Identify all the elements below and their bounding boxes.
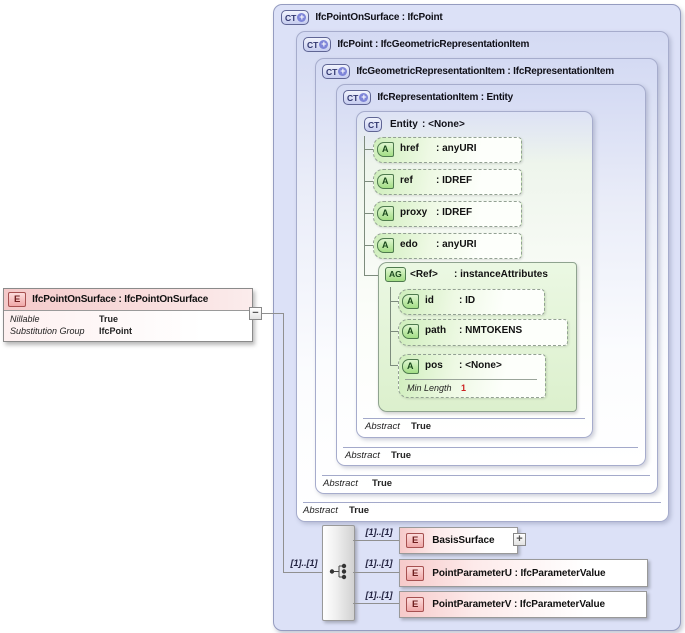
schema-diagram: CT + IfcPointOnSurface : IfcPoint CT + Ifc…	[0, 0, 685, 633]
property-value: True	[99, 314, 119, 324]
element-box-pointparameteru[interactable]: E PointParameterU : IfcParameterValue	[399, 559, 648, 587]
sequence-compositor[interactable]	[322, 525, 355, 621]
attribute-ref[interactable]: A ref : IDREF	[373, 169, 522, 195]
property-label: Substitution Group	[10, 326, 85, 336]
divider	[405, 379, 537, 380]
connector-line	[353, 572, 399, 573]
connector-line	[390, 287, 391, 365]
connector-line	[353, 540, 399, 541]
attribute-proxy[interactable]: A proxy : IDREF	[373, 201, 522, 227]
attribute-pos[interactable]: A pos : <None> Min Length 1	[398, 354, 546, 398]
property-label: Nillable	[10, 314, 40, 324]
cardinality-label: [1]..[1]	[290, 558, 318, 568]
attribute-icon: A	[377, 238, 394, 253]
connector-line	[364, 136, 365, 275]
ct-title: IfcPointOnSurface : IfcPoint	[315, 12, 443, 23]
element-title: BasisSurface	[432, 535, 495, 546]
ct-box-ifcgeometricrepresentationitem[interactable]: CT + IfcGeometricRepresentationItem : Ifc…	[315, 58, 658, 494]
attribute-path[interactable]: A path : NMTOKENS	[398, 319, 568, 346]
complex-type-icon: CT +	[322, 64, 351, 79]
attribute-edo[interactable]: A edo : anyURI	[373, 233, 522, 259]
ct-header-ifcrepresentationitem[interactable]: CT + IfcRepresentationItem : Entity	[343, 90, 513, 105]
connector-line	[283, 313, 284, 573]
divider	[322, 475, 650, 476]
complex-type-icon: CT +	[303, 37, 332, 52]
complex-type-icon: CT +	[281, 10, 310, 25]
attribute-href[interactable]: A href : anyURI	[373, 137, 522, 163]
divider	[363, 418, 585, 419]
ct-box-ifcpoint[interactable]: CT + IfcPoint : IfcGeometricRepresentatio…	[296, 31, 669, 522]
complex-type-icon: CT +	[343, 90, 372, 105]
element-box-ifcpointonsurface[interactable]: E IfcPointOnSurface : IfcPointOnSurface …	[3, 288, 253, 342]
ct-type: : <None>	[422, 119, 465, 130]
connector-line	[364, 275, 378, 276]
element-icon: E	[406, 565, 425, 581]
abstract-label: Abstract	[345, 450, 380, 461]
expand-handle[interactable]: +	[513, 533, 526, 546]
facet-label: Min Length	[407, 383, 452, 393]
attribute-group-ref[interactable]: AG <Ref> : instanceAttributes A id : ID	[378, 262, 577, 412]
ct-header-ifcpointonsurface[interactable]: CT + IfcPointOnSurface : IfcPoint	[281, 10, 443, 25]
element-header[interactable]: E IfcPointOnSurface : IfcPointOnSurface	[4, 289, 252, 311]
attribute-id[interactable]: A id : ID	[398, 289, 545, 315]
connector-line	[283, 572, 322, 573]
attribute-icon: A	[402, 324, 419, 339]
element-title: PointParameterV : IfcParameterValue	[432, 599, 605, 610]
connector-line	[353, 603, 399, 604]
connector-line	[390, 301, 398, 302]
element-box-pointparameterv[interactable]: E PointParameterV : IfcParameterValue	[399, 591, 647, 618]
abstract-label: Abstract	[365, 421, 400, 432]
connector-line	[262, 313, 283, 314]
cardinality-label: [1]..[1]	[365, 527, 393, 537]
connector-line	[390, 331, 398, 332]
expand-plus-icon[interactable]: +	[319, 40, 329, 49]
attribute-icon: A	[402, 359, 419, 374]
ct-name: Entity	[390, 119, 418, 130]
element-icon: E	[406, 597, 425, 612]
element-title: PointParameterU : IfcParameterValue	[432, 567, 606, 579]
attribute-group-icon: AG	[385, 267, 406, 282]
attribute-icon: A	[377, 142, 394, 157]
element-properties: Nillable True Substitution Group IfcPoin…	[4, 311, 252, 341]
connector-line	[364, 245, 373, 246]
attribute-icon: A	[377, 174, 394, 189]
attribute-icon: A	[402, 294, 419, 309]
abstract-value: True	[372, 478, 393, 489]
connector-line	[364, 149, 373, 150]
divider	[303, 502, 661, 503]
abstract-label: Abstract	[303, 505, 338, 516]
ct-title: IfcGeometricRepresentationItem : IfcRepr…	[356, 66, 614, 77]
cardinality-label: [1]..[1]	[365, 558, 393, 568]
attribute-group-type: : instanceAttributes	[454, 269, 548, 280]
ct-title: IfcPoint : IfcGeometricRepresentationIte…	[337, 39, 530, 50]
divider	[343, 447, 638, 448]
abstract-value: True	[411, 421, 432, 432]
ct-box-ifcrepresentationitem[interactable]: CT + IfcRepresentationItem : Entity Abstr…	[336, 84, 646, 466]
attribute-icon: A	[377, 206, 394, 221]
ct-title: IfcRepresentationItem : Entity	[377, 92, 514, 103]
expand-plus-icon[interactable]: +	[338, 67, 348, 76]
attribute-group-name: <Ref>	[410, 269, 438, 280]
element-icon: E	[8, 292, 27, 307]
element-icon: E	[406, 533, 425, 548]
connector-line	[364, 213, 373, 214]
abstract-value: True	[391, 450, 412, 461]
element-title: IfcPointOnSurface : IfcPointOnSurface	[32, 294, 209, 305]
complex-type-icon: CT	[364, 117, 383, 132]
expand-plus-icon[interactable]: +	[297, 13, 307, 22]
sequence-icon	[329, 563, 347, 580]
collapse-handle[interactable]: −	[249, 307, 262, 320]
cardinality-label: [1]..[1]	[365, 590, 393, 600]
element-box-basissurface[interactable]: E BasisSurface	[399, 527, 518, 554]
abstract-value: True	[349, 505, 370, 516]
property-value: IfcPoint	[99, 326, 132, 336]
facet-value: 1	[461, 383, 467, 393]
expand-plus-icon[interactable]: +	[359, 93, 369, 102]
ct-box-entity[interactable]: CT Entity : <None> A href: anyURI A ref…	[356, 111, 593, 438]
ct-header-ifcpoint[interactable]: CT + IfcPoint : IfcGeometricRepresentatio…	[303, 37, 529, 52]
ct-header-ifcgeometricrepresentationitem[interactable]: CT + IfcGeometricRepresentationItem : Ifc…	[322, 64, 614, 79]
connector-line	[390, 365, 398, 366]
connector-line	[364, 181, 373, 182]
abstract-label: Abstract	[323, 478, 358, 489]
